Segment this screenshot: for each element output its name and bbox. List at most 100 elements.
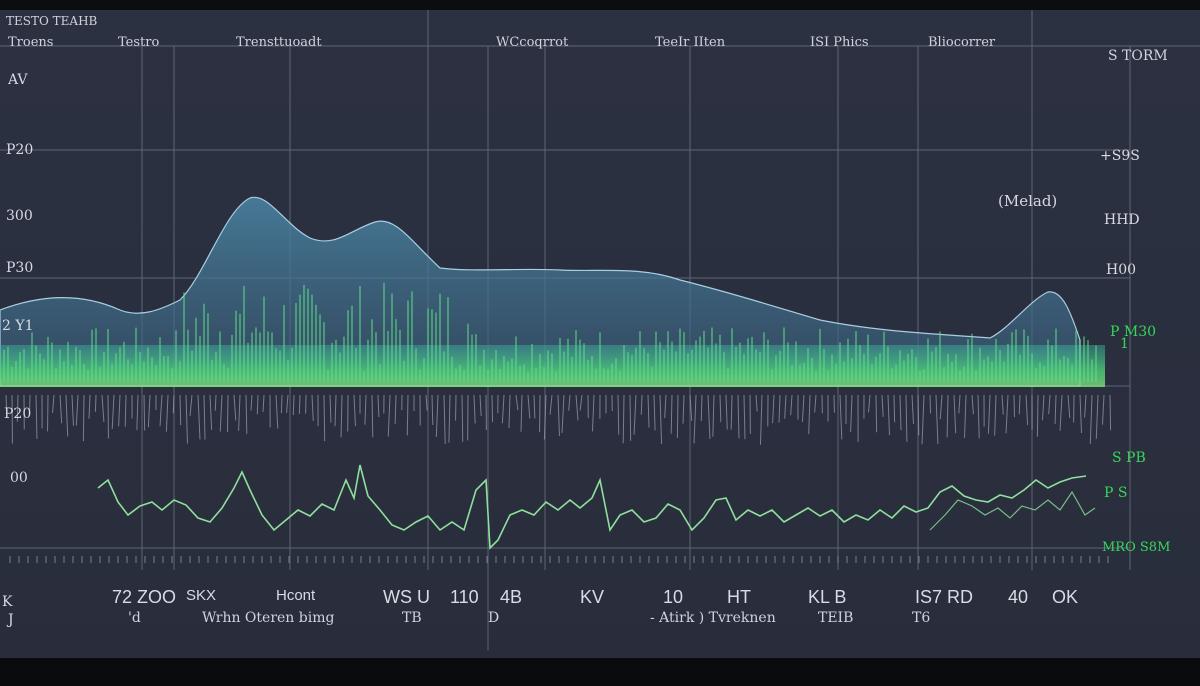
noise-drip bbox=[839, 394, 843, 440]
right-axis-label: P M30 bbox=[1110, 324, 1157, 340]
bottom-value: 110 bbox=[450, 587, 479, 607]
noise-drip bbox=[1018, 394, 1021, 415]
noise-drip bbox=[250, 394, 253, 411]
noise-drip bbox=[617, 394, 620, 435]
noise-drip bbox=[387, 394, 391, 437]
noise-drip bbox=[431, 394, 434, 426]
noise-drip bbox=[1059, 394, 1063, 431]
left-axis-label: AV bbox=[8, 72, 28, 88]
bottom-value: OK bbox=[1052, 587, 1079, 607]
header-col-1: Troens bbox=[8, 35, 54, 50]
left-axis-label: P20 bbox=[6, 142, 34, 158]
noise-drip bbox=[298, 394, 301, 414]
noise-drip bbox=[1067, 394, 1071, 418]
left-axis-label: 2 Y1 bbox=[2, 318, 34, 334]
noise-drip bbox=[1048, 394, 1051, 415]
noise-drip bbox=[730, 394, 733, 430]
noise-drip bbox=[712, 394, 715, 437]
bottom-value: KV bbox=[580, 587, 605, 607]
noise-drip bbox=[579, 394, 583, 411]
noise-drip bbox=[1079, 394, 1082, 434]
noise-drip bbox=[479, 394, 482, 416]
header-col-3: Trensttuoadt bbox=[236, 35, 322, 50]
noise-drip bbox=[693, 394, 697, 444]
noise-drip bbox=[911, 394, 914, 424]
noise-drip bbox=[501, 394, 505, 424]
noise-drip bbox=[893, 394, 896, 423]
right-axis-label: HHD bbox=[1104, 212, 1140, 228]
header-col-2: Testro bbox=[118, 35, 160, 50]
noise-drip bbox=[71, 394, 74, 426]
monitor-bezel bbox=[0, 658, 1200, 686]
noise-drip bbox=[1089, 394, 1093, 445]
noise-drip bbox=[784, 394, 787, 419]
noise-drip bbox=[65, 394, 69, 437]
noise-drip bbox=[59, 394, 63, 424]
bottom-value: HT bbox=[727, 587, 751, 607]
noise-drip bbox=[629, 394, 632, 441]
noise-drip bbox=[881, 394, 884, 417]
noise-drip bbox=[1025, 394, 1029, 426]
noise-drip bbox=[719, 394, 722, 423]
noise-drip bbox=[394, 394, 397, 424]
bottom-caption: TEIB bbox=[818, 610, 854, 626]
noise-drip bbox=[971, 394, 974, 415]
noise-drip bbox=[219, 394, 223, 432]
noise-drip bbox=[1095, 394, 1099, 439]
noise-drip bbox=[725, 394, 728, 430]
noise-drip bbox=[147, 394, 151, 428]
noise-drip bbox=[88, 394, 91, 419]
noise-drip bbox=[1109, 394, 1112, 431]
noise-drip bbox=[448, 394, 451, 443]
right-axis-label: H00 bbox=[1106, 262, 1137, 278]
noise-drip bbox=[640, 394, 643, 415]
header-col-6: ISI Phics bbox=[810, 35, 869, 50]
header-col-7: Bliocorrer bbox=[928, 35, 996, 50]
noise-drip bbox=[165, 394, 169, 432]
bottom-caption: - Atirk ) Tvreknen bbox=[650, 610, 776, 626]
noise-drip bbox=[364, 394, 367, 425]
noise-drip bbox=[214, 394, 217, 411]
noise-drip bbox=[185, 394, 188, 444]
noise-drip bbox=[958, 394, 961, 414]
noise-drip bbox=[987, 394, 991, 434]
noise-drip bbox=[491, 394, 494, 423]
bottom-value: 4B bbox=[500, 587, 523, 607]
noise-drip bbox=[203, 394, 206, 440]
noise-drip bbox=[1036, 394, 1039, 437]
noise-drip bbox=[772, 394, 775, 424]
noise-drip bbox=[676, 394, 679, 438]
noise-drip bbox=[561, 394, 565, 433]
noise-drip bbox=[808, 394, 811, 435]
left-axis-label: P20 bbox=[4, 406, 32, 422]
noise-drip bbox=[238, 394, 241, 431]
noise-drip bbox=[929, 394, 932, 414]
right-axis-label: 1 bbox=[1120, 336, 1129, 352]
noise-drip bbox=[682, 394, 685, 424]
bottom-value: IS7 RD bbox=[915, 587, 974, 607]
noise-drip bbox=[233, 394, 237, 421]
noise-drip bbox=[533, 394, 536, 419]
noise-drip bbox=[557, 394, 560, 437]
noise-drip bbox=[334, 394, 337, 427]
right-axis-label: MRO S8M bbox=[1102, 540, 1171, 555]
noise-drip bbox=[425, 394, 428, 411]
right-axis-label: +S9S bbox=[1100, 148, 1140, 164]
noise-drip bbox=[868, 394, 871, 413]
noise-drip bbox=[801, 394, 805, 422]
noise-drip bbox=[515, 394, 519, 411]
noise-drip bbox=[159, 394, 163, 427]
noise-drip bbox=[256, 394, 259, 415]
noise-drip bbox=[292, 394, 295, 416]
bottom-value: SKX bbox=[186, 587, 217, 604]
noise-drip bbox=[245, 394, 248, 434]
right-axis-label: P S bbox=[1104, 485, 1128, 501]
header-right-label: S TORM bbox=[1108, 48, 1168, 64]
noise-drip bbox=[94, 394, 97, 412]
bottom-value: 72 ZOO bbox=[112, 587, 177, 607]
noise-drip bbox=[1101, 394, 1105, 425]
noise-drip bbox=[377, 394, 380, 418]
noise-drip bbox=[136, 394, 139, 430]
noise-drip bbox=[111, 394, 115, 429]
noise-drip bbox=[1041, 394, 1045, 421]
